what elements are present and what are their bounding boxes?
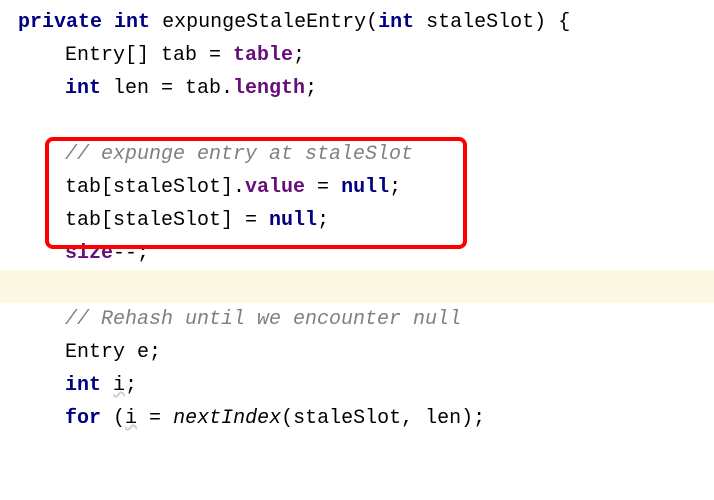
code-line: int len = tab.length;: [18, 72, 714, 105]
code-text: Entry e;: [65, 341, 161, 364]
space: [101, 374, 113, 397]
code-text: (: [101, 407, 125, 430]
variable: i: [113, 374, 125, 397]
code-line: tab[staleSlot].value = null;: [18, 171, 714, 204]
keyword-null: null: [341, 176, 389, 199]
variable: i: [125, 407, 137, 430]
code-line: tab[staleSlot] = null;: [18, 204, 714, 237]
code-line: private int expungeStaleEntry(int staleS…: [18, 6, 714, 39]
field-ref: size: [65, 242, 113, 265]
paren: (: [366, 11, 378, 34]
semicolon: ;: [317, 209, 329, 232]
keyword-int: int: [65, 374, 101, 397]
code-line: // expunge entry at staleSlot: [18, 138, 714, 171]
function-call: nextIndex: [173, 407, 281, 430]
field-ref: value: [245, 176, 305, 199]
blank-line: [18, 105, 714, 138]
paren: ): [534, 11, 546, 34]
semicolon: ;: [389, 176, 401, 199]
code-line: int i;: [18, 369, 714, 402]
keyword-int: int: [114, 11, 150, 34]
blank: [65, 110, 77, 133]
code-text: --;: [113, 242, 149, 265]
code-text: tab[staleSlot].: [65, 176, 245, 199]
code-block: private int expungeStaleEntry(int staleS…: [0, 0, 714, 500]
code-text: =: [305, 176, 341, 199]
code-text: tab[staleSlot] =: [65, 209, 269, 232]
code-text: len = tab.: [101, 77, 233, 100]
semicolon: ;: [293, 44, 305, 67]
code-line: size--;: [18, 237, 714, 270]
keyword-for: for: [65, 407, 101, 430]
semicolon: ;: [305, 77, 317, 100]
comment: // Rehash until we encounter null: [65, 308, 461, 331]
brace: {: [546, 11, 570, 34]
method-name: expungeStaleEntry: [162, 11, 366, 34]
highlighted-line: [0, 270, 714, 303]
code-line: for (i = nextIndex(staleSlot, len);: [18, 402, 714, 435]
param: staleSlot: [414, 11, 534, 34]
code-text: (staleSlot, len);: [281, 407, 485, 430]
field-ref: length: [233, 77, 305, 100]
field-ref: table: [233, 44, 293, 67]
code-line: Entry[] tab = table;: [18, 39, 714, 72]
code-text: =: [137, 407, 173, 430]
code-line: Entry e;: [18, 336, 714, 369]
code-text: Entry[] tab =: [65, 44, 233, 67]
keyword-int: int: [378, 11, 414, 34]
keyword-int: int: [65, 77, 101, 100]
comment: // expunge entry at staleSlot: [65, 143, 413, 166]
semicolon: ;: [125, 374, 137, 397]
blank: [18, 275, 77, 298]
code-line: // Rehash until we encounter null: [18, 303, 714, 336]
keyword-private: private: [18, 11, 102, 34]
keyword-null: null: [269, 209, 317, 232]
